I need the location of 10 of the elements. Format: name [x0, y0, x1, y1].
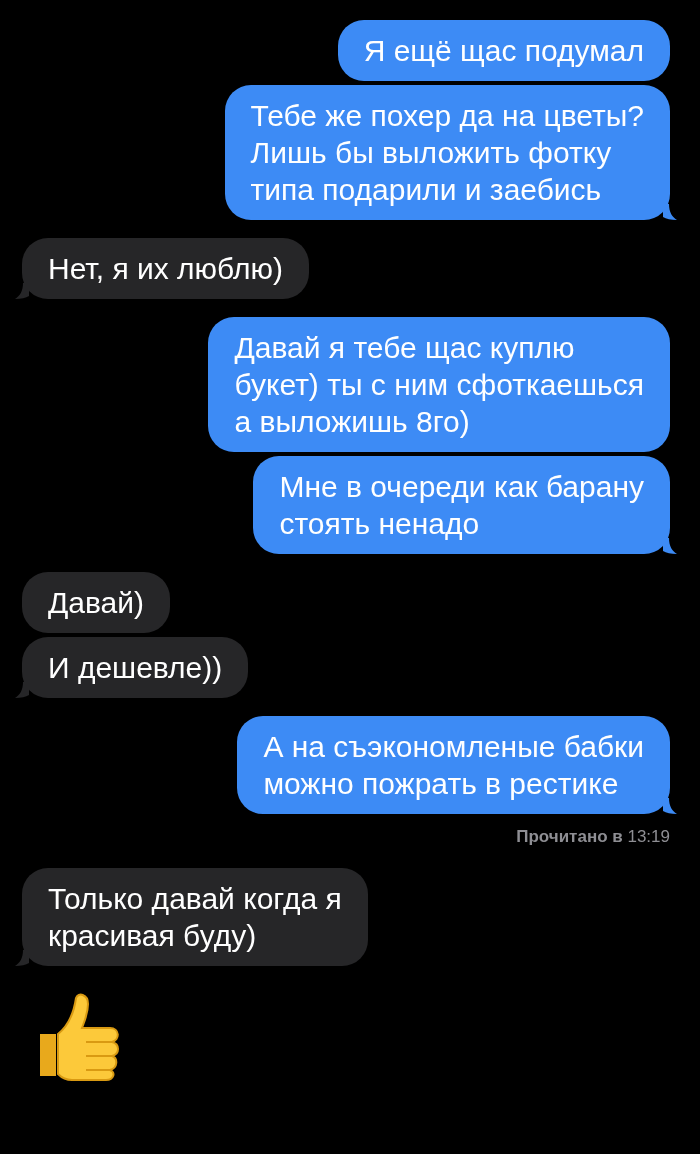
message-bubble: А на съэкономленые бабки можно пожрать в рестике: [237, 716, 670, 814]
message-bubble: Я ещё щас подумал: [337, 20, 670, 81]
message-bubble: И дешевле)): [22, 637, 249, 698]
read-receipt: Прочитано в 13:19: [516, 826, 670, 848]
message-bubble: Нет, я их люблю): [22, 238, 309, 299]
message-bubble: Мне в очереди как барану стоять ненадо: [253, 456, 670, 554]
message-bubble: Только давай когда я красивая буду): [22, 867, 368, 966]
message-bubble: Тебе же похер да на цветы? Лишь бы выложить фотку типа подарили и заебись: [224, 85, 670, 220]
message-bubble: Давай): [22, 572, 171, 633]
message-bubble: Давай я тебе щас куплю букет) ты с ним сфоткаешься а выложишь 8го): [208, 317, 670, 452]
